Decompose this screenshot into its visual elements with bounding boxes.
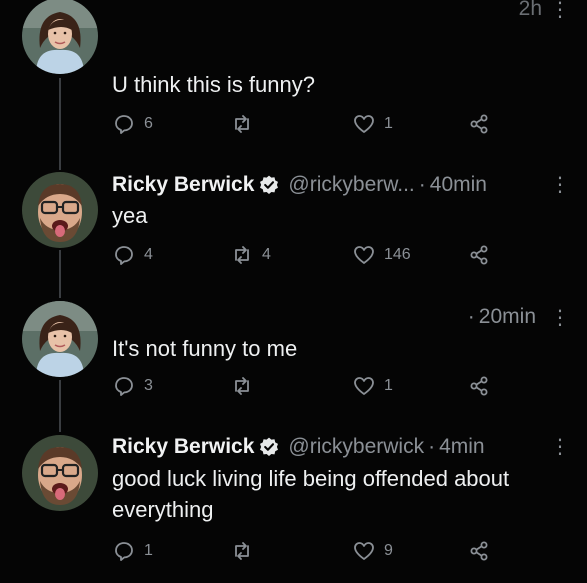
- share-button[interactable]: [467, 243, 491, 267]
- more-options-icon[interactable]: ⋮: [550, 305, 570, 330]
- avatar[interactable]: [22, 0, 98, 74]
- share-icon: [470, 376, 488, 396]
- share-button[interactable]: [467, 112, 491, 136]
- reply-icon: [115, 377, 133, 396]
- heart-icon: [354, 377, 374, 395]
- avatar-man-icon: [22, 172, 98, 248]
- retweet-icon: [235, 377, 249, 395]
- more-options-icon[interactable]: ⋮: [550, 172, 570, 197]
- tweet-text: It's not funny to me: [112, 336, 298, 361]
- avatar[interactable]: [22, 435, 98, 511]
- retweet-count: 4: [262, 246, 271, 263]
- tweet-header: · 20min ⋮: [467, 305, 570, 330]
- reply-button[interactable]: 4: [112, 243, 153, 267]
- reply-icon: [115, 542, 133, 561]
- reply-button[interactable]: 3: [112, 374, 153, 398]
- tweet-text: good luck living life being offended abo…: [112, 466, 510, 522]
- retweet-icon: [235, 115, 249, 133]
- avatar-man-icon: [22, 435, 98, 511]
- tweet-actions: 4 4 146: [112, 243, 532, 273]
- heart-icon: [354, 542, 374, 560]
- tweet-text: yea: [112, 203, 148, 228]
- like-count: 1: [384, 377, 393, 394]
- author-name[interactable]: Ricky Berwick: [112, 435, 254, 459]
- reply-button[interactable]: 6: [112, 112, 153, 136]
- like-count: 146: [384, 246, 411, 263]
- tweet-header: 2h ⋮: [112, 0, 570, 24]
- avatar-woman-icon: [22, 0, 98, 74]
- retweet-button[interactable]: [230, 539, 254, 563]
- share-icon: [470, 114, 488, 134]
- more-options-icon[interactable]: ⋮: [550, 434, 570, 459]
- tweet[interactable]: · 20min ⋮ It's not funny to me 3 1: [0, 300, 587, 425]
- share-icon: [470, 245, 488, 265]
- tweet[interactable]: Ricky Berwick @rickyberwick · 4min ⋮ goo…: [0, 432, 587, 583]
- reply-button[interactable]: 1: [112, 539, 153, 563]
- reply-count: 1: [144, 542, 153, 559]
- retweet-button[interactable]: 4: [230, 243, 271, 267]
- tweet-actions: 1 9: [112, 539, 532, 569]
- tweet-time[interactable]: 4min: [439, 435, 485, 459]
- like-button[interactable]: 1: [352, 112, 393, 136]
- avatar[interactable]: [22, 172, 98, 248]
- reply-icon: [115, 115, 133, 134]
- share-button[interactable]: [467, 539, 491, 563]
- more-options-icon[interactable]: ⋮: [550, 0, 570, 22]
- tweet-time[interactable]: 20min: [479, 305, 536, 329]
- like-button[interactable]: 1: [352, 374, 393, 398]
- verified-icon: [258, 436, 280, 458]
- heart-icon: [354, 246, 374, 264]
- like-count: 9: [384, 542, 393, 559]
- tweet-time[interactable]: 2h: [519, 0, 542, 21]
- tweet-time[interactable]: 40min: [430, 173, 487, 197]
- author-handle[interactable]: @rickyberwick: [288, 435, 424, 459]
- retweet-button[interactable]: [230, 112, 254, 136]
- like-button[interactable]: 146: [352, 243, 411, 267]
- tweet-header: Ricky Berwick @rickyberw... · 40min ⋮: [112, 172, 570, 197]
- tweet[interactable]: 2h ⋮ U think this is funny? 6 1: [0, 0, 587, 150]
- avatar[interactable]: [22, 301, 98, 377]
- retweet-icon: [235, 246, 249, 264]
- tweet[interactable]: Ricky Berwick @rickyberw... · 40min ⋮ ye…: [0, 168, 587, 293]
- tweet-header: Ricky Berwick @rickyberwick · 4min ⋮: [112, 434, 570, 459]
- like-button[interactable]: 9: [352, 539, 393, 563]
- retweet-icon: [235, 542, 249, 560]
- tweet-thread: 2h ⋮ U think this is funny? 6 1 Ricky Be…: [0, 0, 587, 583]
- avatar-woman-icon: [22, 301, 98, 377]
- verified-icon: [258, 174, 280, 196]
- tweet-actions: 3 1: [112, 374, 532, 404]
- reply-count: 3: [144, 377, 153, 394]
- heart-icon: [354, 115, 374, 133]
- tweet-text: U think this is funny?: [112, 72, 315, 97]
- retweet-button[interactable]: [230, 374, 254, 398]
- reply-count: 4: [144, 246, 153, 263]
- author-handle[interactable]: @rickyberw...: [288, 173, 414, 197]
- author-name[interactable]: Ricky Berwick: [112, 173, 254, 197]
- share-icon: [470, 541, 488, 561]
- reply-icon: [115, 246, 133, 265]
- like-count: 1: [384, 115, 393, 132]
- tweet-actions: 6 1: [112, 112, 532, 142]
- reply-count: 6: [144, 115, 153, 132]
- share-button[interactable]: [467, 374, 491, 398]
